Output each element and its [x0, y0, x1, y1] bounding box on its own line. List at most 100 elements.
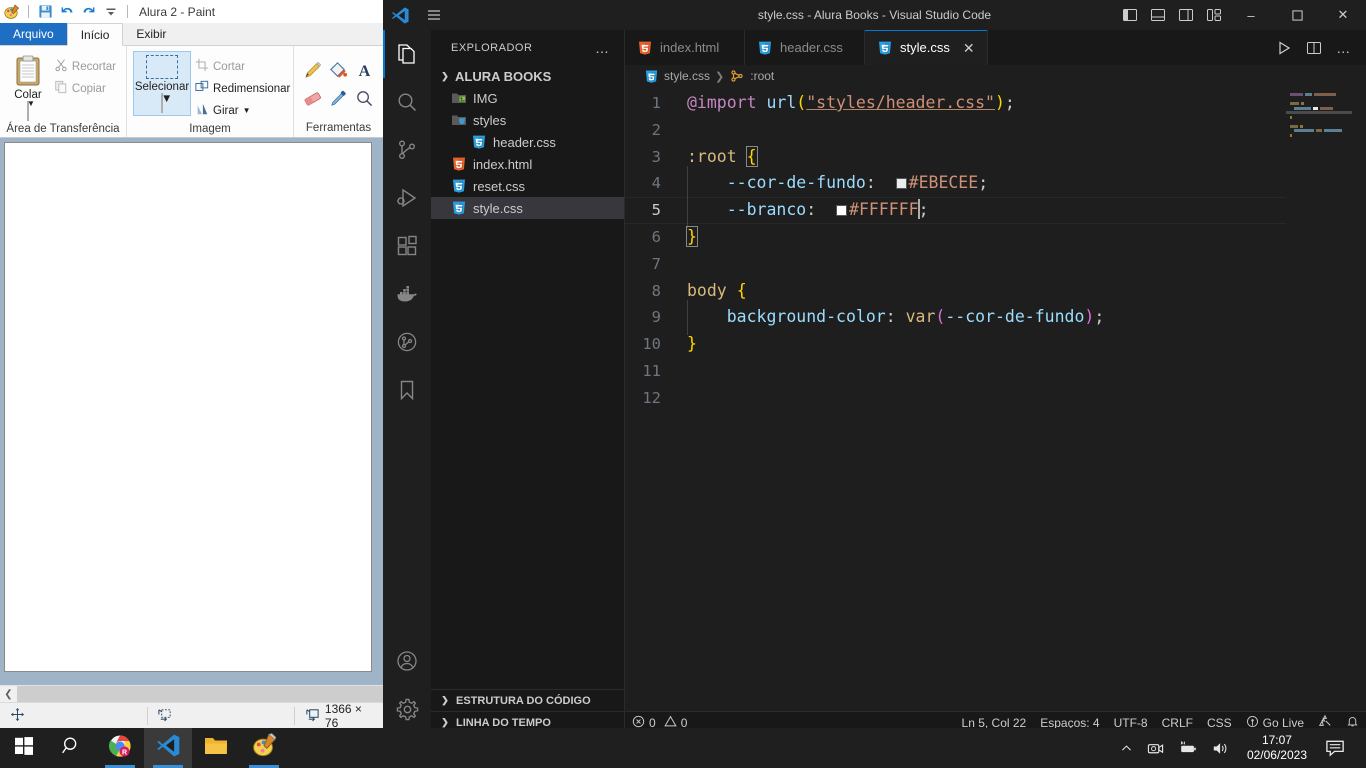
activitybar-item-settings[interactable]	[383, 685, 431, 733]
token-custom-prop: --branco	[726, 200, 807, 220]
maximize-button[interactable]	[1274, 0, 1320, 30]
taskbar-file-explorer-button[interactable]	[192, 728, 240, 768]
tree-item-img[interactable]: IMG	[431, 87, 624, 109]
tree-item-styles[interactable]: styles	[431, 109, 624, 131]
activity-bar	[383, 30, 431, 733]
editor-vertical-scrollbar[interactable]	[1352, 87, 1366, 711]
rotate-button[interactable]: Girar ▼	[191, 100, 294, 121]
activitybar-item-git-graph[interactable]	[383, 318, 431, 366]
pencil-icon[interactable]	[301, 57, 325, 83]
minimap[interactable]	[1286, 87, 1352, 711]
sidebar-more-actions-icon[interactable]: …	[589, 40, 616, 56]
editor-tabbar: index.html header.css style.css ✕ …	[625, 30, 1366, 65]
paste-button[interactable]: Colar ▼	[6, 51, 50, 121]
vscode-icon	[156, 733, 181, 763]
redo-icon[interactable]	[80, 3, 98, 21]
scroll-left-icon[interactable]: ❮	[0, 689, 17, 700]
tree-item-style-css[interactable]: style.css	[431, 197, 624, 219]
code-editor[interactable]: 1 @import url("styles/header.css"); 2 3 …	[625, 87, 1366, 711]
css-file-icon	[451, 200, 467, 216]
activitybar-item-extensions[interactable]	[383, 222, 431, 270]
editor-actions: …	[1270, 30, 1366, 65]
tree-item-header-css[interactable]: header.css	[431, 131, 624, 153]
customize-layout-icon[interactable]	[1200, 0, 1228, 30]
resize-button[interactable]: Redimensionar	[191, 78, 294, 99]
battery-icon[interactable]	[1171, 740, 1205, 757]
search-icon	[61, 735, 83, 762]
eraser-icon[interactable]	[301, 85, 325, 111]
activitybar-item-bookmarks[interactable]	[383, 366, 431, 414]
toggle-panel-icon[interactable]	[1144, 0, 1172, 30]
taskbar-clock[interactable]: 17:07 02/06/2023	[1237, 733, 1317, 763]
resize-icon	[195, 80, 209, 97]
system-tray: 17:07 02/06/2023	[1113, 728, 1366, 768]
taskbar-search-button[interactable]	[48, 728, 96, 768]
close-button[interactable]: ✕	[1320, 0, 1366, 30]
minimize-button[interactable]: –	[1228, 0, 1274, 30]
close-icon[interactable]: ✕	[963, 41, 975, 55]
sidebar-panel-outline[interactable]: ❯ ESTRUTURA DO CÓDIGO	[431, 689, 624, 711]
paint-tab-exibir[interactable]: Exibir	[123, 23, 179, 45]
breadcrumb-file[interactable]: style.css	[664, 69, 710, 83]
folder-icon	[203, 733, 229, 764]
customize-caret-icon[interactable]	[102, 3, 120, 21]
action-center-icon[interactable]	[1317, 738, 1358, 759]
activitybar-item-source-control[interactable]	[383, 126, 431, 174]
tab-index-html[interactable]: index.html	[625, 30, 745, 65]
tab-style-css[interactable]: style.css ✕	[865, 30, 988, 65]
paint-horizontal-scrollbar[interactable]: ❮	[0, 685, 384, 703]
text-icon[interactable]: A	[353, 57, 377, 83]
split-editor-icon[interactable]	[1300, 30, 1328, 65]
camera-icon[interactable]	[1140, 740, 1171, 757]
taskbar-chrome-button[interactable]: R	[96, 728, 144, 768]
activitybar-item-docker[interactable]	[383, 270, 431, 318]
copy-button[interactable]: Copiar	[50, 78, 120, 99]
fill-icon[interactable]	[327, 57, 351, 83]
color-picker-icon[interactable]	[327, 85, 351, 111]
tree-item-reset-css[interactable]: reset.css	[431, 175, 624, 197]
activitybar-item-run-and-debug[interactable]	[383, 174, 431, 222]
toggle-primary-sidebar-icon[interactable]	[1116, 0, 1144, 30]
vscode-icon	[383, 6, 417, 25]
cut-button[interactable]: Recortar	[50, 56, 120, 77]
divider-2	[127, 5, 128, 18]
menu-hamburger-icon[interactable]	[417, 7, 451, 23]
run-icon[interactable]	[1270, 30, 1298, 65]
taskbar-vscode-button[interactable]	[144, 728, 192, 768]
tree-item-index-html[interactable]: index.html	[431, 153, 624, 175]
windows-start-icon	[14, 736, 34, 761]
save-icon[interactable]	[36, 3, 54, 21]
paint-ribbon-tabs: Arquivo Início Exibir	[0, 23, 384, 46]
explorer-root-folder[interactable]: ❯ ALURA BOOKS	[431, 65, 624, 87]
scroll-track[interactable]	[17, 685, 384, 703]
activitybar-item-explorer[interactable]	[383, 30, 431, 78]
paint-tab-arquivo[interactable]: Arquivo	[0, 23, 67, 45]
code-content[interactable]: 1 @import url("styles/header.css"); 2 3 …	[625, 87, 1366, 711]
magnifier-icon[interactable]	[353, 85, 377, 111]
activitybar-item-search[interactable]	[383, 78, 431, 126]
undo-icon[interactable]	[58, 3, 76, 21]
minimap-slider[interactable]	[1286, 111, 1352, 114]
cut-label: Recortar	[71, 60, 116, 73]
rotate-caret-icon[interactable]: ▼	[243, 106, 251, 115]
more-actions-icon[interactable]: …	[1330, 30, 1358, 65]
crop-button[interactable]: Cortar	[191, 56, 294, 77]
taskbar-paint-button[interactable]	[240, 728, 288, 768]
activitybar-item-accounts[interactable]	[383, 637, 431, 685]
color-swatch[interactable]	[836, 205, 848, 217]
volume-icon[interactable]	[1205, 740, 1237, 757]
tab-header-css[interactable]: header.css	[745, 30, 865, 65]
select-button[interactable]: Selecionar ▼	[133, 51, 191, 116]
token-brace-close: }	[686, 225, 698, 247]
paint-canvas[interactable]	[4, 142, 372, 672]
paint-tab-inicio[interactable]: Início	[66, 23, 124, 46]
show-hidden-icons-chevron[interactable]	[1113, 742, 1140, 755]
toggle-secondary-sidebar-icon[interactable]	[1172, 0, 1200, 30]
css-file-icon	[877, 40, 893, 56]
breadcrumb-symbol[interactable]: :root	[750, 69, 774, 83]
paste-caret-icon[interactable]: ▼	[26, 100, 35, 121]
color-swatch[interactable]	[895, 178, 907, 190]
taskbar-start-button[interactable]	[0, 728, 48, 768]
select-caret-icon[interactable]: ▼	[161, 93, 172, 113]
